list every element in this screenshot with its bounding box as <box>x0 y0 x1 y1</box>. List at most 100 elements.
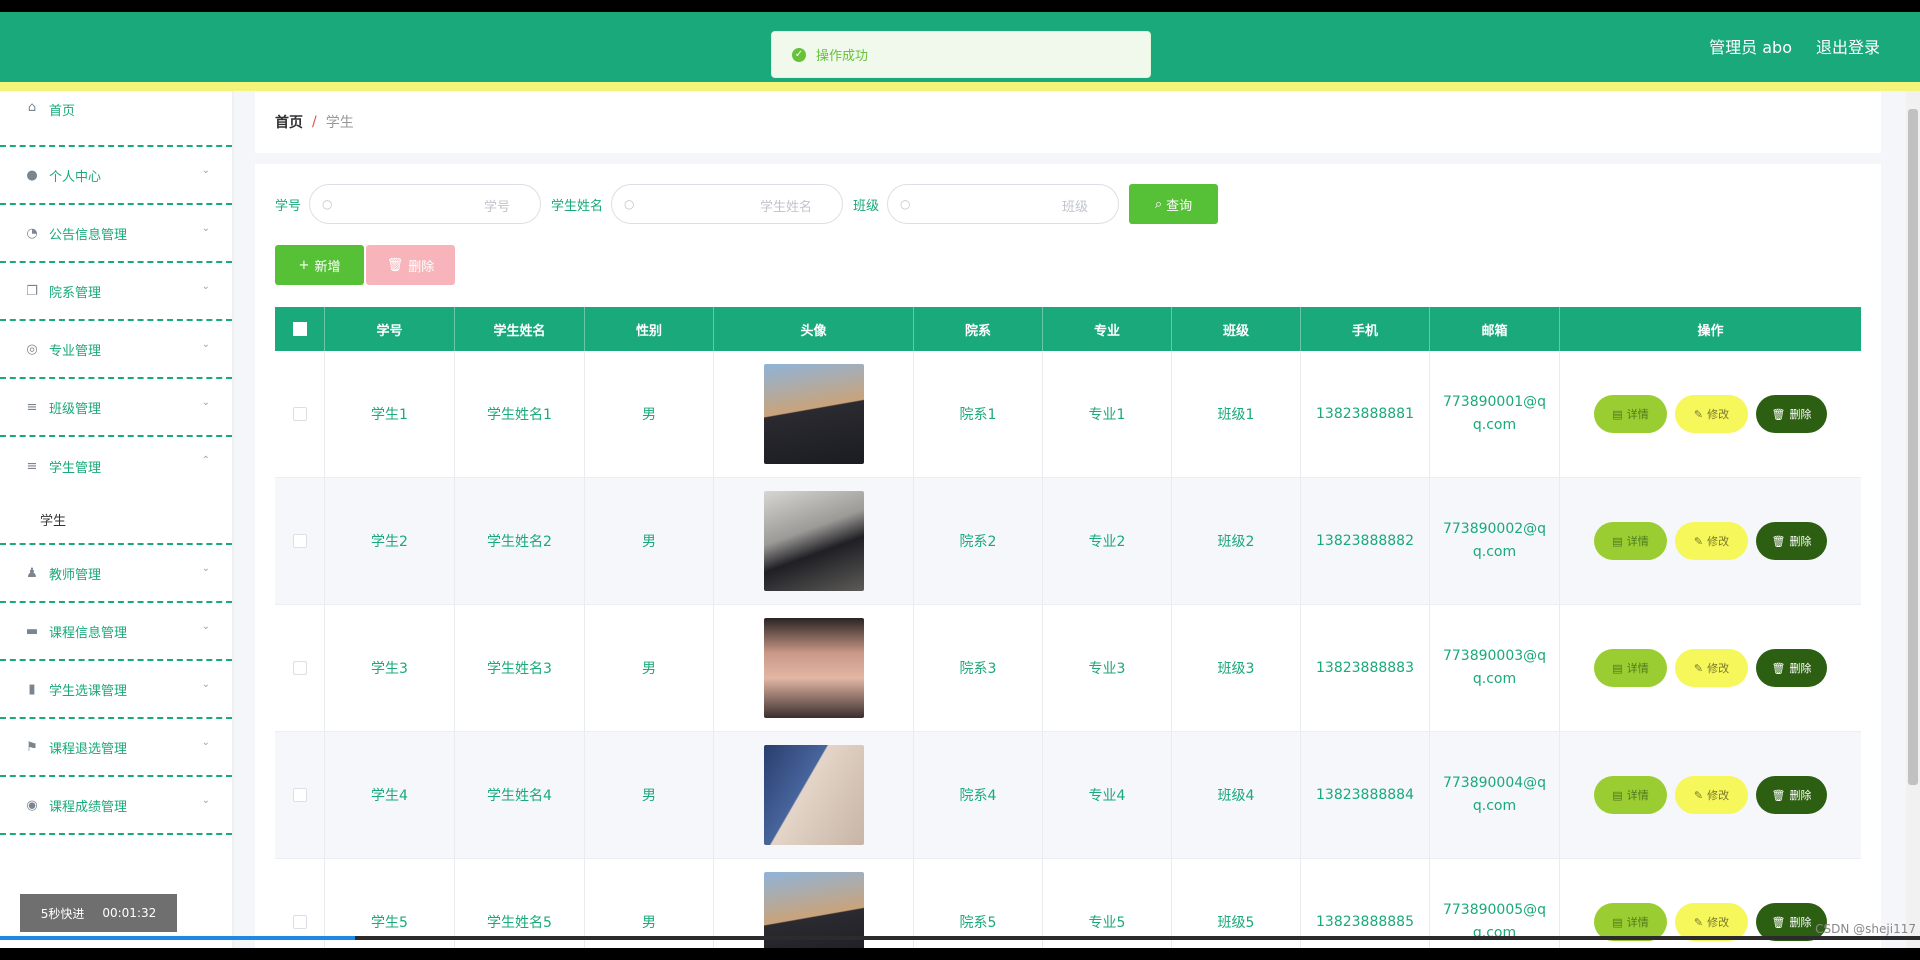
edit-button[interactable]: ✎ 修改 <box>1675 649 1748 687</box>
cell-operations: ▤ 详情 ✎ 修改 🗑 删除 <box>1560 478 1861 604</box>
batch-delete-button[interactable]: 🗑 删除 <box>366 245 455 285</box>
query-button[interactable]: ⌕ 查询 <box>1129 184 1219 224</box>
scrollbar-thumb[interactable] <box>1908 109 1918 785</box>
search-icon: ⌕ <box>1154 196 1163 212</box>
table-row[interactable]: 学生4 学生姓名4 男 院系4 专业4 班级4 13823888884 7738… <box>275 732 1861 859</box>
cell-dept: 院系2 <box>914 478 1043 604</box>
monitor-icon: ▬ <box>25 623 39 639</box>
detail-button[interactable]: ▤ 详情 <box>1594 776 1667 814</box>
sidebar-item-personal-center[interactable]: ● 个人中心 ⌄ <box>0 147 232 205</box>
column-header: 性别 <box>585 307 714 351</box>
edit-icon: ✎ <box>1693 915 1704 929</box>
sidebar-item-label: 学生管理 <box>49 460 102 476</box>
detail-button[interactable]: ▤ 详情 <box>1594 649 1667 687</box>
search-icon: ○ <box>900 197 911 211</box>
avatar <box>763 491 864 591</box>
chevron-down-icon: ⌄ <box>201 223 210 234</box>
cell-sex: 男 <box>585 478 714 604</box>
sidebar-item-label: 课程退选管理 <box>49 741 128 757</box>
success-toast: ✓ 操作成功 <box>771 31 1151 78</box>
search-label-name: 学生姓名 <box>551 198 604 214</box>
cell-class: 班级4 <box>1172 732 1301 858</box>
delete-button[interactable]: 🗑 删除 <box>1756 649 1827 687</box>
sidebar-item-label: 专业管理 <box>49 343 102 359</box>
toolbar: + 新增 🗑 删除 <box>275 245 455 285</box>
sidebar-item-label: 学生选课管理 <box>49 683 128 699</box>
edit-icon: ✎ <box>1693 534 1704 548</box>
sidebar-item-department[interactable]: ❐ 院系管理 ⌄ <box>0 263 232 321</box>
email-text: 773890004@qq.com <box>1442 775 1547 814</box>
row-checkbox[interactable] <box>292 407 307 421</box>
sidebar-item-major[interactable]: ◎ 专业管理 ⌄ <box>0 321 232 379</box>
breadcrumb-home[interactable]: 首页 <box>275 112 303 132</box>
cell-phone: 13823888882 <box>1301 478 1430 604</box>
sidebar-item-label: 院系管理 <box>49 285 102 301</box>
cell-id: 学生3 <box>325 605 455 731</box>
sidebar-item-course-select[interactable]: ▮ 学生选课管理 ⌄ <box>0 661 232 719</box>
add-button[interactable]: + 新增 <box>275 245 364 285</box>
plus-icon: + <box>298 257 310 273</box>
delete-button[interactable]: 🗑 删除 <box>1756 522 1827 560</box>
cell-major: 专业3 <box>1043 605 1172 731</box>
search-input-id[interactable]: ○ 学号 <box>309 184 542 224</box>
document-icon: ▤ <box>1612 534 1623 548</box>
user-icon: ● <box>26 167 38 183</box>
delete-button[interactable]: 🗑 删除 <box>1756 395 1827 433</box>
sidebar-item-home[interactable]: ⌂ 首页 <box>0 91 232 147</box>
edit-button[interactable]: ✎ 修改 <box>1675 776 1748 814</box>
sidebar-item-class[interactable]: ≡ 班级管理 ⌄ <box>0 379 232 437</box>
logout-button[interactable]: 退出登录 <box>1816 34 1880 58</box>
sidebar-item-course-grade[interactable]: ◉ 课程成绩管理 ⌄ <box>0 777 232 835</box>
detail-button[interactable]: ▤ 详情 <box>1594 522 1667 560</box>
select-all-cell[interactable] <box>275 307 325 351</box>
table-row[interactable]: 学生1 学生姓名1 男 院系1 专业1 班级1 13823888881 7738… <box>275 351 1861 478</box>
sidebar-item-teacher[interactable]: ♟ 教师管理 ⌄ <box>0 545 232 603</box>
chevron-down-icon: ⌄ <box>201 397 210 408</box>
document-icon: ▤ <box>1612 915 1623 929</box>
edit-label: 修改 <box>1707 916 1730 929</box>
table-row[interactable]: 学生5 学生姓名5 男 院系5 专业5 班级5 13823888885 7738… <box>275 859 1861 948</box>
cell-phone: 13823888883 <box>1301 605 1430 731</box>
detail-button[interactable]: ▤ 详情 <box>1594 395 1667 433</box>
trash-icon: 🗑 <box>1771 788 1786 802</box>
row-checkbox[interactable] <box>292 661 307 675</box>
table-row[interactable]: 学生2 学生姓名2 男 院系2 专业2 班级2 13823888882 7738… <box>275 478 1861 605</box>
sidebar-item-announcement[interactable]: ◔ 公告信息管理 ⌄ <box>0 205 232 263</box>
edit-button[interactable]: ✎ 修改 <box>1675 522 1748 560</box>
video-progress-bar[interactable] <box>0 936 1920 940</box>
edit-label: 修改 <box>1707 535 1730 548</box>
column-header: 头像 <box>714 307 914 351</box>
search-input-class[interactable]: ○ 班级 <box>887 184 1120 224</box>
player-time: 00:01:32 <box>102 906 157 920</box>
search-placeholder: 学生姓名 <box>760 200 813 215</box>
row-checkbox-cell <box>275 732 325 858</box>
search-input-name[interactable]: ○ 学生姓名 <box>611 184 844 224</box>
table-header: 学号 学生姓名 性别 头像 院系 专业 班级 手机 邮箱 操作 <box>275 307 1861 351</box>
page-scrollbar[interactable] <box>1906 91 1920 948</box>
edit-button[interactable]: ✎ 修改 <box>1675 395 1748 433</box>
row-checkbox[interactable] <box>292 788 307 802</box>
select-all-checkbox[interactable] <box>292 322 307 336</box>
document-icon: ▤ <box>1612 661 1623 675</box>
row-checkbox[interactable] <box>292 534 307 548</box>
cell-dept: 院系3 <box>914 605 1043 731</box>
column-header: 邮箱 <box>1430 307 1560 351</box>
search-label-id: 学号 <box>275 198 302 214</box>
row-checkbox[interactable] <box>292 915 307 929</box>
sidebar-subitem-student[interactable]: 学生 <box>0 495 232 545</box>
main-content: 学号 ○ 学号 学生姓名 ○ 学生姓名 班级 ○ 班级 ⌕ 查询 + 新增 🗑 … <box>255 164 1881 948</box>
cell-avatar <box>714 859 914 948</box>
document-icon: ▤ <box>1612 407 1623 421</box>
column-header: 专业 <box>1043 307 1172 351</box>
fast-forward-button[interactable]: 5秒快进 00:01:32 <box>20 894 177 932</box>
toast-message: 操作成功 <box>816 49 869 64</box>
table-row[interactable]: 学生3 学生姓名3 男 院系3 专业3 班级3 13823888883 7738… <box>275 605 1861 732</box>
sidebar-item-student[interactable]: ≡ 学生管理 ⌃ <box>0 437 232 495</box>
sidebar-item-course-drop[interactable]: ⚑ 课程退选管理 ⌄ <box>0 719 232 777</box>
avatar <box>763 618 864 718</box>
sidebar-item-course-info[interactable]: ▬ 课程信息管理 ⌄ <box>0 603 232 661</box>
admin-user-label[interactable]: 管理员 abo <box>1709 34 1792 58</box>
delete-button[interactable]: 🗑 删除 <box>1756 776 1827 814</box>
speed-label: 5秒快进 <box>40 906 85 921</box>
breadcrumb-separator: / <box>312 114 317 130</box>
